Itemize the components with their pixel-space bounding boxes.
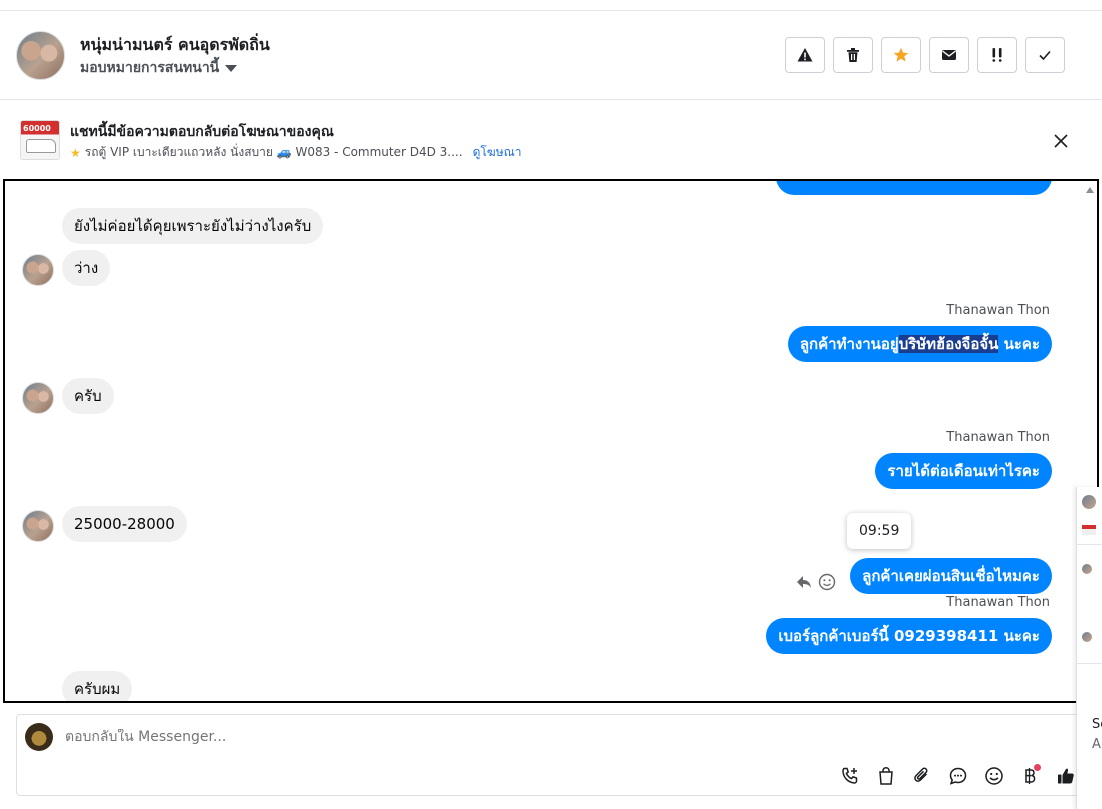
sender-name: Thanawan Thon (946, 303, 1050, 318)
report-button[interactable] (785, 37, 825, 73)
message-bubble-incoming[interactable]: ยังไม่ค่อยได้คุยเพราะยังไม่ว่างไงครับ (62, 208, 324, 244)
peek-text: A (1092, 737, 1101, 752)
sender-avatar[interactable] (22, 382, 54, 414)
selected-text: บริษัทฮ้องจือจั้น (898, 335, 999, 353)
sender-name: Thanawan Thon (946, 430, 1050, 445)
scroll-up-arrow-icon[interactable] (1086, 187, 1094, 193)
star-button[interactable] (881, 37, 921, 73)
thumbs-up-icon (1058, 768, 1074, 784)
side-chat-panel-peek[interactable]: Sc A (1076, 487, 1102, 809)
sender-avatar[interactable] (22, 254, 54, 286)
mark-done-button[interactable] (1025, 37, 1065, 73)
message-bubble-outgoing-partial[interactable] (776, 181, 1052, 195)
peek-divider (1077, 663, 1102, 664)
page-avatar (25, 723, 53, 751)
assign-label: มอบหมายการสนทนานี้ (80, 60, 220, 76)
star-icon: ★ (70, 145, 81, 160)
shop-button[interactable] (873, 763, 899, 789)
peek-avatar (1082, 564, 1092, 574)
ad-thumbnail[interactable]: 60000 (20, 120, 60, 160)
timestamp-tooltip: 09:59 (847, 513, 912, 549)
react-emoji-icon[interactable] (818, 573, 836, 591)
ad-reply-banner: 60000 แชทนี้มีข้อความตอบกลับต่อโฆษณาของค… (0, 100, 1102, 178)
message-text: ลูกค้าทำงานอยู่ (799, 335, 899, 353)
star-icon (893, 47, 909, 62)
ad-banner-title: แชทนี้มีข้อความตอบกลับต่อโฆษณาของคุณ (70, 124, 334, 140)
reply-composer (16, 714, 1082, 796)
envelope-icon (942, 50, 956, 60)
warning-icon (797, 48, 813, 62)
emoji-button[interactable] (981, 763, 1007, 789)
reply-input[interactable] (65, 729, 865, 745)
paperclip-icon (914, 767, 928, 782)
message-bubble-incoming[interactable]: ครับผม (62, 671, 133, 701)
phone-plus-icon (842, 767, 858, 784)
contact-name[interactable]: หนุ่มน่ามนตร์ คนอุดรพัดถิ่น (80, 33, 270, 58)
peek-divider (1077, 544, 1102, 545)
notification-dot (1034, 764, 1041, 771)
message-bubble-outgoing[interactable]: ลูกค้าเคยผ่อนสินเชื่อไหมคะ (850, 558, 1052, 594)
ad-banner-subtitle: ★ รถตู้ VIP เบาะเดียวแถวหลัง นั่งสบาย 🚙 … (70, 143, 522, 162)
exclamation-icon (992, 48, 1002, 62)
shopping-bag-icon (879, 767, 893, 785)
reply-icon[interactable] (795, 573, 813, 591)
close-banner-button[interactable] (1050, 130, 1072, 152)
message-bubble-outgoing[interactable]: รายได้ต่อเดือนเท่าไรคะ (875, 453, 1052, 489)
caret-down-icon (225, 64, 238, 72)
conversation-thread[interactable]: ยังไม่ค่อยได้คุยเพราะยังไม่ว่างไงครับ ว่… (3, 179, 1099, 703)
peek-text: Sc (1092, 717, 1102, 732)
message-text: นะคะ (998, 335, 1040, 353)
mark-unread-button[interactable] (929, 37, 969, 73)
chat-bubble-icon (949, 767, 967, 785)
van-image (26, 139, 56, 153)
message-bubble-incoming[interactable]: 25000-28000 (62, 506, 187, 542)
message-bubble-outgoing[interactable]: ลูกค้าทำงานอยู่บริษัทฮ้องจือจั้น นะคะ (787, 326, 1052, 362)
delete-button[interactable] (833, 37, 873, 73)
conversation-header: หนุ่มน่ามนตร์ คนอุดรพัดถิ่น มอบหมายการสน… (0, 11, 1102, 100)
call-button[interactable] (837, 763, 863, 789)
assign-conversation-dropdown[interactable]: มอบหมายการสนทนานี้ (80, 57, 238, 79)
view-ad-link[interactable]: ดูโฆษณา (473, 143, 522, 162)
payment-button[interactable] (1017, 763, 1043, 789)
sender-name: Thanawan Thon (946, 595, 1050, 610)
message-bubble-outgoing[interactable]: เบอร์ลูกค้าเบอร์นี้ 0929398411 นะคะ (766, 618, 1052, 654)
saved-replies-button[interactable] (945, 763, 971, 789)
peek-ad-thumb (1082, 525, 1096, 535)
spam-button[interactable] (977, 37, 1017, 73)
message-bubble-incoming[interactable]: ครับ (62, 378, 114, 414)
close-icon (1054, 134, 1068, 148)
check-icon (1039, 50, 1051, 61)
peek-avatar (1082, 632, 1092, 642)
sender-avatar[interactable] (22, 510, 54, 542)
emoji-icon (985, 767, 1003, 785)
header-actions (785, 37, 1065, 73)
top-divider (0, 0, 1102, 11)
ad-thumb-price: 60000 (23, 124, 51, 133)
contact-avatar[interactable] (16, 31, 65, 80)
message-bubble-incoming[interactable]: ว่าง (62, 250, 111, 286)
trash-icon (847, 48, 859, 62)
ad-subtitle-text: รถตู้ VIP เบาะเดียวแถวหลัง นั่งสบาย 🚙 W0… (84, 145, 463, 159)
peek-avatar (1082, 495, 1096, 509)
attach-button[interactable] (909, 763, 935, 789)
composer-toolbar (837, 763, 1079, 789)
